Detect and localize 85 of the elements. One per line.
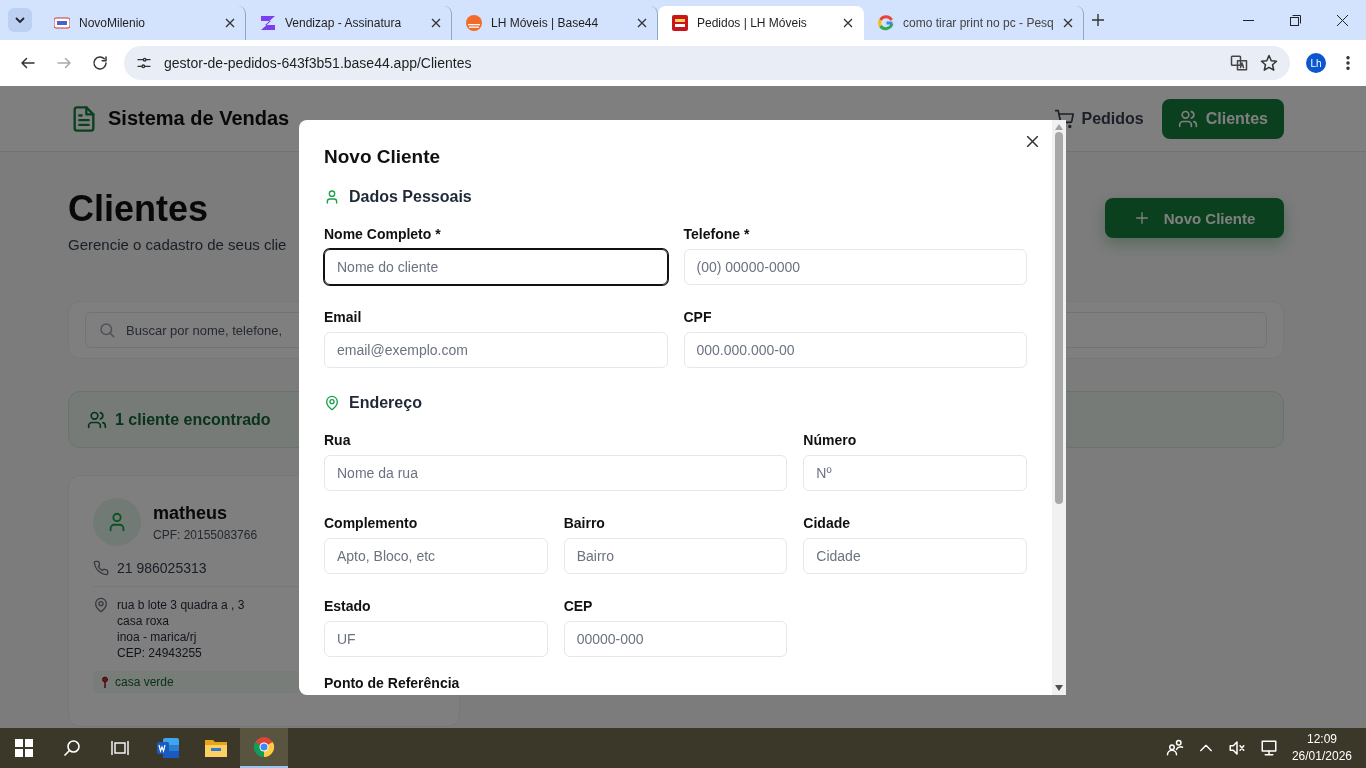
nav-link[interactable]: Clientes <box>1161 98 1284 139</box>
user-icon <box>324 189 340 205</box>
close-icon[interactable] <box>1062 18 1073 28</box>
site-icon <box>54 15 70 31</box>
browser-tab[interactable]: Pedidos | LH Móveis <box>658 6 864 40</box>
close-icon[interactable] <box>1027 136 1038 147</box>
page-title: Clientes <box>68 188 210 230</box>
new-tab-icon[interactable] <box>1091 14 1104 26</box>
field-label: CPF <box>683 309 713 325</box>
address-line: casa roxa <box>117 613 171 629</box>
client-name: matheus <box>153 502 229 524</box>
field-label: Rua <box>324 432 352 448</box>
restore-icon[interactable] <box>1290 14 1301 26</box>
client-cpf: CPF: 20155083766 <box>153 527 258 542</box>
input-field[interactable]: Nº <box>803 455 1027 491</box>
input-field[interactable]: Apto, Bloco, etc <box>324 538 548 574</box>
address-line: inoa - marica/rj <box>117 629 198 645</box>
close-icon[interactable] <box>637 18 647 28</box>
close-icon[interactable] <box>1337 14 1348 26</box>
field-label: Email <box>324 309 363 325</box>
clock-time: 12:09 <box>1305 731 1338 748</box>
new-client-button[interactable]: Novo Cliente <box>1105 198 1284 238</box>
close-icon[interactable] <box>843 18 853 28</box>
site-icon <box>260 15 276 31</box>
section-heading: Dados Pessoais <box>349 188 472 206</box>
input-field[interactable]: 00000-000 <box>563 621 788 657</box>
result-count: 1 cliente encontrado <box>115 410 271 429</box>
close-icon[interactable] <box>431 18 441 28</box>
browser-icon[interactable] <box>253 736 275 758</box>
field-label: Estado <box>324 598 372 614</box>
input-field[interactable]: Nome da rua <box>324 455 788 491</box>
address-line: rua b lote 3 quadra a , 3 <box>117 597 245 613</box>
field-label: Bairro <box>563 515 606 531</box>
section-heading: Endereço <box>349 394 422 412</box>
input-field[interactable]: Bairro <box>563 538 788 574</box>
input-field[interactable]: email@exemplo.com <box>324 332 668 368</box>
search-icon <box>98 321 116 339</box>
input-field[interactable]: (00) 00000-0000 <box>683 249 1027 285</box>
caret-icon <box>14 14 26 26</box>
profile-avatar[interactable]: Lh <box>1306 53 1326 73</box>
users-icon <box>1177 108 1198 129</box>
field-label: Complemento <box>324 515 419 531</box>
client-phone: 21 986025313 <box>117 560 207 576</box>
address-bar[interactable]: gestor-de-pedidos-643f3b51.base44.app/Clientes <box>124 46 1290 80</box>
network-icon <box>1259 739 1278 757</box>
field-label: Nome Completo * <box>324 226 442 242</box>
field-label: Ponto de Referência <box>324 675 461 691</box>
app-title: Sistema de Vendas <box>108 107 290 130</box>
dialog-title: Novo Cliente <box>324 146 442 168</box>
field-label: CEP <box>563 598 594 614</box>
field-label: Número <box>803 432 858 448</box>
site-icon <box>466 15 482 31</box>
pushpin-icon <box>99 676 111 688</box>
input-field[interactable]: Cidade <box>803 538 1027 574</box>
phone-icon <box>93 560 109 576</box>
muted-speaker-icon <box>1227 739 1246 757</box>
field-label: Cidade <box>803 515 851 531</box>
reference-note: casa verde <box>115 675 174 689</box>
folder-icon[interactable] <box>204 738 228 758</box>
search-icon[interactable] <box>63 739 81 757</box>
site-icon <box>878 15 894 31</box>
location-pin-icon <box>324 395 340 411</box>
users-icon <box>87 409 107 430</box>
close-icon[interactable] <box>225 18 235 28</box>
plus-icon <box>1133 210 1150 226</box>
document-app-icon[interactable] <box>156 737 180 759</box>
star-icon <box>1260 54 1278 72</box>
input-field[interactable]: UF <box>324 621 548 657</box>
input-field[interactable]: Nome do cliente <box>324 249 668 285</box>
people-icon <box>1165 739 1184 757</box>
site-settings-icon <box>136 55 152 71</box>
clock-date: 26/01/2026 <box>1291 748 1352 765</box>
field-label: Telefone * <box>683 226 751 242</box>
location-pin-icon <box>93 597 109 613</box>
page-subtitle: Gerencie o cadastro de seus clie <box>68 236 287 253</box>
windows-icon[interactable] <box>15 739 33 757</box>
scrollbar[interactable] <box>1052 120 1066 695</box>
site-icon <box>672 15 688 31</box>
input-field[interactable]: 000.000.000-00 <box>683 332 1027 368</box>
scroll-down-icon[interactable] <box>1055 685 1063 691</box>
reload-icon <box>91 54 109 72</box>
tab-search-button[interactable] <box>8 8 32 32</box>
address-line: CEP: 24943255 <box>117 645 203 661</box>
translate-icon <box>1230 54 1248 72</box>
task-view-icon[interactable] <box>111 739 129 757</box>
